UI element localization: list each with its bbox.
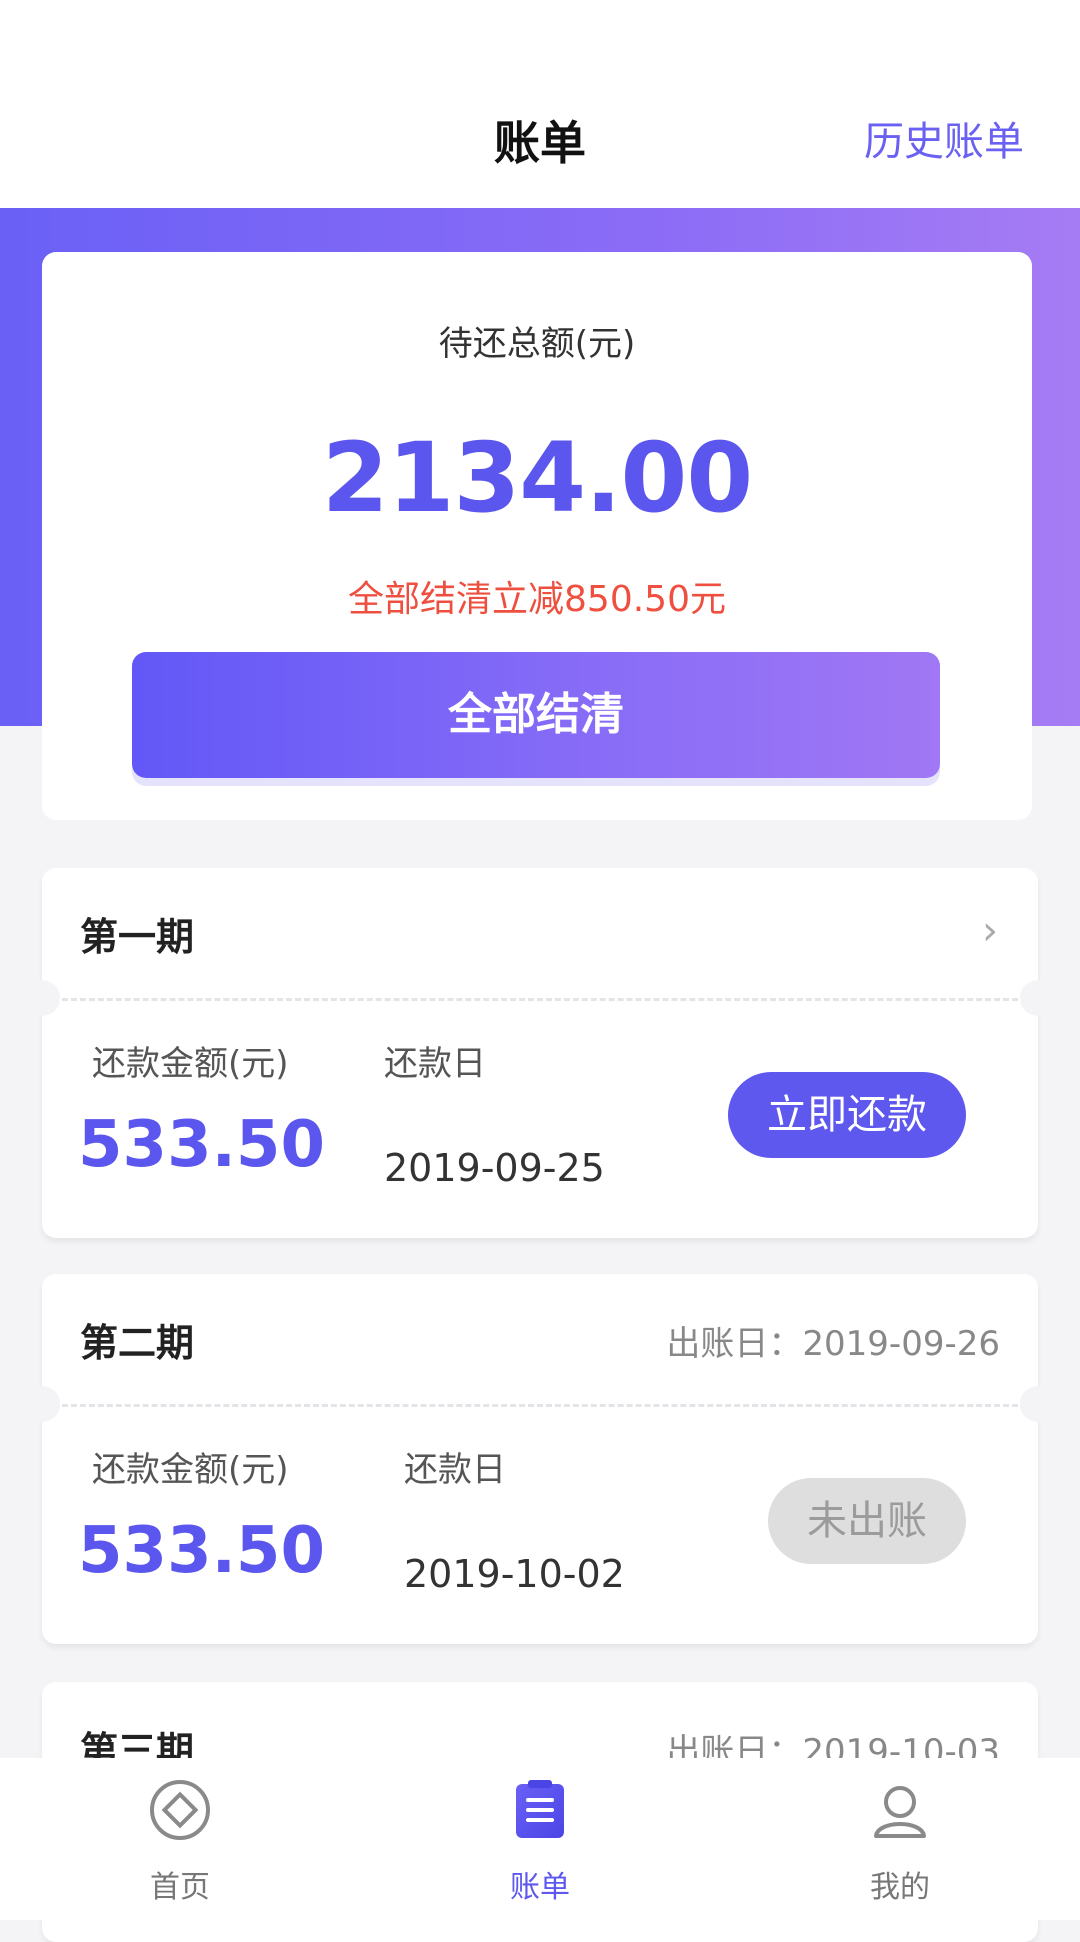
tab-home[interactable]: 首页 [80, 1758, 280, 1920]
tab-bills[interactable]: 账单 [440, 1758, 640, 1920]
due-date-label: 还款日 [384, 1044, 486, 1084]
history-bills-link[interactable]: 历史账单 [864, 112, 1024, 172]
bottom-tab-bar: 首页 账单 我的 [0, 1758, 1080, 1920]
total-due-amount: 2134.00 [321, 422, 753, 534]
settle-all-button[interactable]: 全部结清 [132, 652, 940, 778]
due-date: 2019-10-02 [404, 1552, 625, 1596]
period-card-1[interactable]: 第一期 › 还款金额(元) 还款日 533.50 2019-09-25 立即还款 [24, 868, 1056, 1238]
top-bar: 账单 历史账单 [0, 0, 1080, 208]
tab-home-label: 首页 [150, 1870, 210, 1905]
home-diamond-icon [150, 1780, 210, 1840]
chevron-right-icon[interactable]: › [982, 908, 998, 954]
dashed-divider [62, 998, 1018, 1001]
pay-now-button[interactable]: 立即还款 [728, 1072, 966, 1158]
due-date-label: 还款日 [404, 1450, 506, 1490]
summary-card: 待还总额(元) 2134.00 全部结清立减850.50元 全部结清 [42, 252, 1032, 820]
bill-date: 出账日：2019-09-26 [666, 1324, 1000, 1364]
period-amount: 533.50 [78, 1514, 325, 1588]
period-card-2[interactable]: 第二期 出账日：2019-09-26 还款金额(元) 还款日 533.50 20… [24, 1274, 1056, 1644]
tab-bills-label: 账单 [510, 1870, 570, 1905]
card-notch-right [1020, 1386, 1056, 1422]
period-title: 第二期 [80, 1321, 195, 1365]
due-date: 2019-09-25 [384, 1146, 605, 1190]
period-amount: 533.50 [78, 1108, 325, 1182]
amount-label: 还款金额(元) [92, 1450, 289, 1490]
bill-icon [516, 1780, 564, 1838]
card-notch-left [24, 1386, 60, 1422]
card-notch-left [24, 980, 60, 1016]
not-billed-badge: 未出账 [768, 1478, 966, 1564]
period-title: 第一期 [80, 915, 195, 959]
profile-icon [874, 1786, 926, 1838]
dashed-divider [62, 1404, 1018, 1407]
amount-label: 还款金额(元) [92, 1044, 289, 1084]
card-notch-right [1020, 980, 1056, 1016]
tab-profile[interactable]: 我的 [800, 1758, 1000, 1920]
tab-profile-label: 我的 [870, 1870, 930, 1905]
total-due-label: 待还总额(元) [438, 324, 636, 364]
settle-discount-text: 全部结清立减850.50元 [348, 579, 726, 620]
